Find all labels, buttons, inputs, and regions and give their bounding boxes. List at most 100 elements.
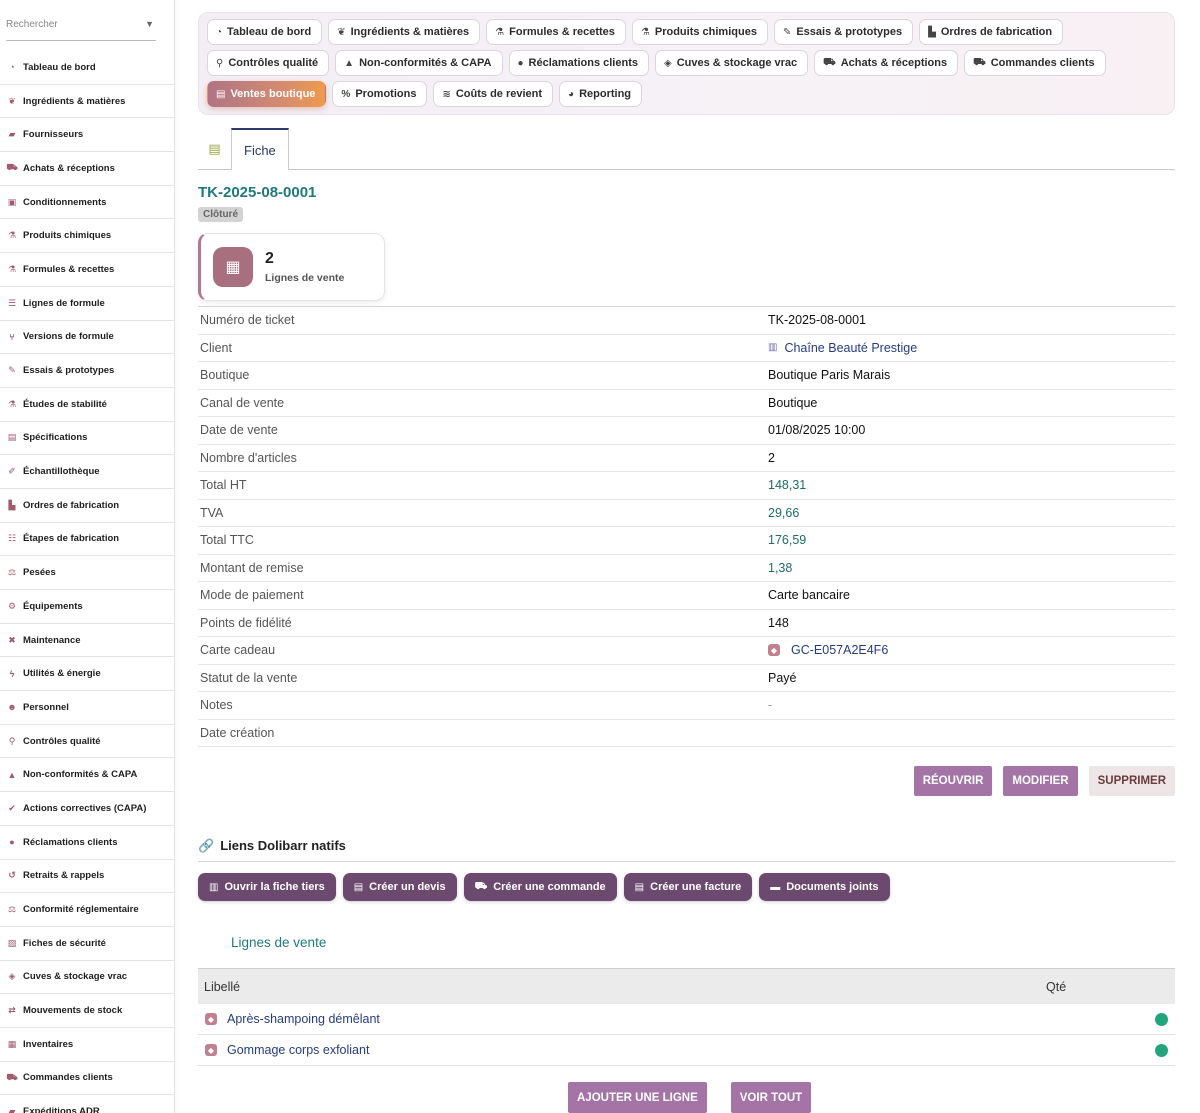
sidebar-search[interactable]: Rechercher ▼ [6,8,156,41]
nav-button[interactable]: ◔ Tableau de bord [207,19,323,45]
sidebar-item[interactable]: ● Réclamations clients [0,826,174,860]
sidebar-item[interactable]: ▣ Conditionnements [0,186,174,220]
nav-button[interactable]: ▙ Ordres de fabrication [919,19,1064,45]
sidebar-item[interactable]: ϟ Utilités & énergie [0,657,174,692]
sidebar-item[interactable]: ▰ Fournisseurs [0,118,174,153]
sidebar-item-label: Achats & réceptions [23,162,115,174]
nav-row: ▤ Ventes boutique% Promotions ≋ Coûts de rev… [207,81,1166,107]
nav-button-label: Ordres de fabrication [940,26,1053,38]
sidebar-item[interactable]: ⚖ Conformité réglementaire [0,893,174,927]
nav-button-label: Achats & réceptions [840,57,948,69]
sidebar-item[interactable]: ▦ Inventaires [0,1028,174,1062]
factory-icon: ▙ [928,26,936,38]
nav-button-label: Formules & recettes [509,26,615,38]
nav-button[interactable]: ◕ Reporting [559,81,643,107]
sidebar-item[interactable]: ✐ Échantillothèque [0,455,174,489]
sidebar-item[interactable]: ⑂ Versions de formule [0,321,174,355]
sidebar-item-label: Retraits & rappels [23,870,105,882]
sidebar-item[interactable]: ▤ Spécifications [0,422,174,456]
nav-button[interactable]: ≋ Coûts de revient [433,81,554,107]
nav-button-label: Tableau de bord [227,26,312,38]
gears-icon: ⚙ [7,600,17,611]
sidebar-item[interactable]: ☻ Personnel [0,691,174,725]
nav-button[interactable]: ⚗ Produits chimiques [631,19,768,45]
sidebar-item[interactable]: ☷ Étapes de fabrication [0,523,174,557]
sidebar-item[interactable]: ▙ Ordres de fabrication [0,489,174,523]
sidebar-item[interactable]: ⚲ Contrôles qualité [0,725,174,759]
sidebar-item[interactable]: ▲ Non-conformités & CAPA [0,758,174,793]
nav-button[interactable]: ▤ Ventes boutique [207,81,327,107]
nav-button[interactable]: ⚗ Formules & recettes [486,19,626,45]
nav-button[interactable]: % Promotions [332,81,428,107]
field-value[interactable]: ▥ Chaîne Beauté Prestige [768,341,917,355]
field-value-text[interactable]: GC-E057A2E4F6 [791,643,888,657]
nav-button[interactable]: ▲ Non-conformités & CAPA [335,50,503,76]
register-icon[interactable]: ▤ [198,128,231,169]
factory-icon: ▙ [8,499,16,510]
gift-card-icon: ◆ [768,644,780,657]
field-value-text: 01/08/2025 10:00 [768,423,866,438]
field-value[interactable]: ◆ GC-E057A2E4F6 [768,643,888,657]
sidebar-item[interactable]: ⚖ Pesées [0,556,174,590]
sidebar-item-label: Personnel [23,701,69,713]
field-value: Payé [768,671,797,685]
sidebar-item[interactable]: ✔ Actions correctives (CAPA) [0,792,174,826]
add-line-button[interactable]: AJOUTER UNE LIGNE [568,1082,707,1113]
nav-button[interactable]: ❦ Ingrédients & matières [328,19,481,45]
nav-button[interactable]: ⛟ Achats & réceptions [814,50,959,76]
nav-button[interactable]: ● Réclamations clients [508,50,649,76]
field-value-text: Carte bancaire [768,588,850,603]
sidebar-item[interactable]: ⚗ Études de stabilité [0,388,174,422]
sidebar-item[interactable]: ⇄ Mouvements de stock [0,994,174,1028]
sidebar-item-label: Échantillothèque [23,466,100,478]
tab-fiche[interactable]: Fiche [231,128,289,170]
field-value-text[interactable]: Chaîne Beauté Prestige [784,341,917,355]
lines-table: Libellé Qté ◆ Après-shampoing démêlant ◆ Go… [198,968,1175,1066]
sidebar-item[interactable]: ↺ Retraits & rappels [0,860,174,894]
sidebar-item-label: Conformité réglementaire [23,904,139,916]
field-row: TVA 29,66 [198,500,1175,527]
sidebar-item[interactable]: ⚗ Formules & recettes [0,253,174,287]
search-input-placeholder[interactable]: Rechercher [6,19,58,30]
sidebar-menu: ◔ Tableau de bord ❦ Ingrédients & matières ▰… [0,51,174,1113]
field-row: Nombre d'articles 2 [198,445,1175,472]
column-header-qty[interactable]: Qté [1046,980,1066,994]
chevron-down-icon[interactable]: ▼ [145,19,154,29]
view-all-button[interactable]: VOIR TOUT [730,1082,812,1113]
product-link[interactable]: Après-shampoing démêlant [227,1012,380,1026]
dolibarr-button[interactable]: ▥ Ouvrir la fiche tiers [198,873,336,901]
sidebar-item-label: Expéditions ADR [23,1106,100,1113]
dolibarr-button[interactable]: ▬ Documents joints [759,873,890,901]
sidebar-item[interactable]: ✎ Essais & prototypes [0,354,174,388]
delete-button[interactable]: SUPPRIMER [1088,766,1175,796]
nav-button-label: Promotions [355,88,417,100]
field-label: Date de vente [200,423,278,438]
dolibarr-button[interactable]: ▤ Créer une facture [623,873,753,901]
product-link[interactable]: Gommage corps exfoliant [227,1043,369,1057]
nav-button[interactable]: ⛟ Commandes clients [964,50,1106,76]
field-row: Canal de vente Boutique [198,390,1175,417]
sidebar-item[interactable]: ◔ Tableau de bord [0,51,174,85]
sidebar-item[interactable]: ▨ Fiches de sécurité [0,927,174,961]
dolibarr-button[interactable]: ⛟ Créer une commande [463,873,617,901]
sidebar-item[interactable]: ⚗ Produits chimiques [0,219,174,254]
dolibarr-button[interactable]: ▤ Créer un devis [342,873,457,901]
sidebar-item[interactable]: ◈ Cuves & stockage vrac [0,961,174,995]
reopen-button[interactable]: RÉOUVRIR [913,766,993,796]
sidebar-item[interactable]: ⛟ Achats & réceptions [0,152,174,186]
field-value: 176,59 [768,533,806,547]
sidebar-item[interactable]: ▰ Expéditions ADR [0,1095,174,1113]
sidebar-item[interactable]: ⚙ Équipements [0,590,174,624]
sidebar-item[interactable]: ☰ Lignes de formule [0,287,174,321]
building-icon: ▥ [768,342,778,354]
edit-button[interactable]: MODIFIER [1003,766,1078,796]
sidebar-item[interactable]: ⛟ Commandes clients [0,1062,174,1096]
nav-button[interactable]: ✎ Essais & prototypes [773,19,914,45]
column-header-label[interactable]: Libellé [198,980,1046,994]
nav-button[interactable]: ◈ Cuves & stockage vrac [654,50,809,76]
sidebar-item[interactable]: ✖ Maintenance [0,624,174,658]
sidebar-item[interactable]: ❦ Ingrédients & matières [0,85,174,119]
nav-button[interactable]: ⚲ Contrôles qualité [207,50,330,76]
field-label: Date création [200,725,275,740]
field-row: Date création [198,720,1175,747]
